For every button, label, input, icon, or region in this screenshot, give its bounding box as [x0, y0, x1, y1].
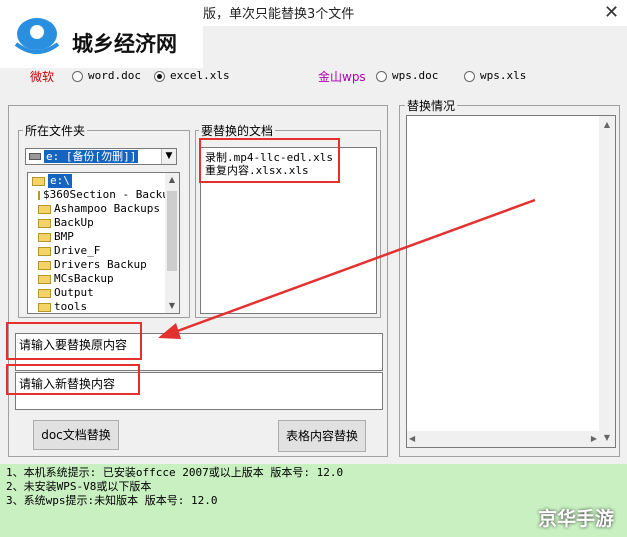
drive-select[interactable]: e: [备份[勿删]] ▼	[25, 148, 177, 165]
result-hscrollbar[interactable]: ◀ ▶	[407, 431, 599, 447]
status-line: 1、本机系统提示: 已安装offcce 2007或以上版本 版本号: 12.0	[6, 466, 344, 479]
result-scrollbar[interactable]: ▲ ▼	[599, 116, 615, 447]
folder-scrollbar[interactable]: ▲ ▼	[165, 173, 179, 313]
folder-tree[interactable]: e:\ $360Section - Backu Ashampoo Backups…	[27, 172, 180, 314]
annotation-box-find	[6, 322, 142, 360]
scroll-thumb[interactable]	[167, 191, 177, 271]
annotation-box-replace	[6, 364, 140, 395]
folder-icon	[38, 274, 51, 284]
folder-item[interactable]: Drive_F	[30, 244, 166, 258]
scroll-down-icon[interactable]: ▼	[599, 431, 615, 445]
wps-label: 金山wps	[318, 70, 366, 84]
result-group-label: 替换情况	[405, 97, 458, 114]
logo-icon	[14, 18, 60, 54]
window-title: …版，单次只能替换3个文件	[190, 7, 355, 22]
watermark: 京华手游	[538, 508, 615, 530]
docs-group-label: 要替换的文档	[199, 122, 276, 139]
folder-group-label: 所在文件夹	[23, 122, 88, 139]
chevron-down-icon[interactable]: ▼	[161, 149, 176, 164]
annotation-box-docs	[199, 138, 340, 183]
status-panel: 1、本机系统提示: 已安装offcce 2007或以上版本 版本号: 12.0 …	[0, 464, 627, 537]
drive-value: e: [备份[勿删]]	[44, 150, 139, 163]
folder-icon	[38, 218, 51, 228]
folder-icon	[38, 204, 51, 214]
table-replace-button[interactable]: 表格内容替换	[278, 420, 366, 452]
scroll-right-icon[interactable]: ▶	[591, 432, 597, 446]
folder-item[interactable]: BackUp	[30, 216, 166, 230]
status-lines: 1、本机系统提示: 已安装offcce 2007或以上版本 版本号: 12.0 …	[6, 466, 343, 508]
folder-icon	[38, 190, 40, 200]
excel-xls-option[interactable]: excel.xls	[154, 69, 230, 82]
microsoft-label: 微软	[30, 70, 55, 84]
scroll-up-icon[interactable]: ▲	[599, 118, 615, 132]
folder-item[interactable]: Output	[30, 286, 166, 300]
word-doc-option[interactable]: word.doc	[72, 69, 141, 82]
folder-icon	[38, 232, 51, 242]
folder-icon	[38, 260, 51, 270]
folder-icon	[38, 302, 51, 312]
close-icon[interactable]: ✕	[604, 2, 619, 23]
doc-replace-button[interactable]: doc文档替换	[33, 420, 119, 450]
folder-item[interactable]: MCsBackup	[30, 272, 166, 286]
status-line: 3、系统wps提示:未知版本 版本号: 12.0	[6, 494, 218, 507]
radio-icon[interactable]	[376, 70, 387, 82]
folder-item[interactable]: Ashampoo Backups	[30, 202, 166, 216]
scroll-down-icon[interactable]: ▼	[165, 299, 179, 313]
folder-icon	[38, 246, 51, 256]
file-type-options: 微软 word.doc excel.xls 金山wps wps.doc wps.…	[8, 60, 620, 90]
folder-item[interactable]: BMP	[30, 230, 166, 244]
wps-xls-option[interactable]: wps.xls	[464, 69, 526, 82]
wps-doc-option[interactable]: wps.doc	[376, 69, 438, 82]
result-list[interactable]: ▲ ▼ ◀ ▶	[406, 115, 616, 448]
folder-item[interactable]: $360Section - Backu	[30, 188, 169, 202]
drive-icon	[29, 153, 41, 160]
logo-overlay: 城乡经济网	[0, 6, 203, 68]
logo-text: 城乡经济网	[72, 32, 177, 56]
scroll-up-icon[interactable]: ▲	[165, 173, 179, 187]
folder-open-icon	[32, 176, 45, 186]
radio-icon[interactable]	[464, 70, 475, 82]
folder-root[interactable]: e:\	[30, 174, 166, 188]
radio-icon[interactable]	[72, 70, 83, 82]
radio-selected-icon[interactable]	[154, 70, 165, 82]
folder-item[interactable]: Drivers Backup	[30, 258, 166, 272]
folder-icon	[38, 288, 51, 298]
scroll-left-icon[interactable]: ◀	[409, 432, 415, 446]
folder-item[interactable]: tools	[30, 300, 166, 313]
status-line: 2、未安装WPS-V8或以下版本	[6, 480, 152, 493]
